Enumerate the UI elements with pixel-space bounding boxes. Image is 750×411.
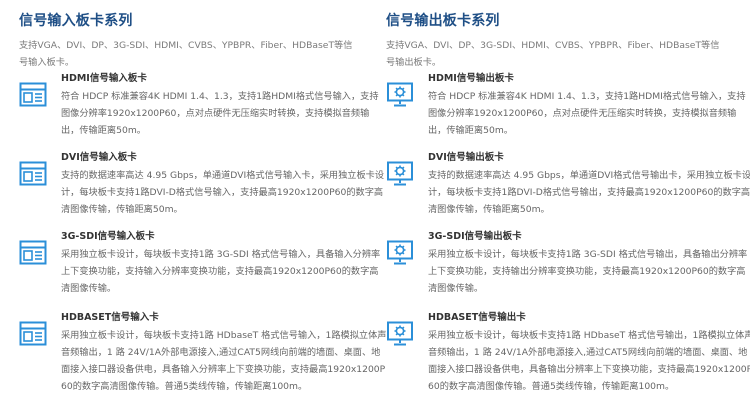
card-desc: 支持的数据速率高达 4.95 Gbps，单通道DVI格式信号输入卡，采用独立板卡… xyxy=(61,170,385,215)
card-desc: 符合 HDCP 标准兼容4K HDMI 1.4、1.3，支持1路HDMI格式信号… xyxy=(428,91,746,136)
monitor-gear-icon xyxy=(386,321,414,347)
card-desc: 采用独立板卡设计，每块板卡支持1路 3G-SDI 格式信号输出，具备输出分辨率上… xyxy=(428,249,748,294)
card-desc: 符合 HDCP 标准兼容4K HDMI 1.4、1.3，支持1路HDMI格式信号… xyxy=(61,91,379,136)
card-name: 3G-SDI信号输入板卡 xyxy=(61,231,155,242)
input-series-desc: 支持VGA、DVI、DP、3G-SDI、HDMI、CVBS、YPBPR、Fibe… xyxy=(19,40,353,68)
card-desc: 支持的数据速率高达 4.95 Gbps，单通道DVI格式信号输出卡，采用独立板卡… xyxy=(428,170,750,215)
window-icon xyxy=(19,161,47,187)
window-icon xyxy=(19,240,47,266)
monitor-gear-icon xyxy=(386,240,414,266)
card-desc: 采用独立板卡设计，每块板卡支持1路 3G-SDI 格式信号输入，具备输入分辨率上… xyxy=(61,249,381,294)
input-series-title: 信号输入板卡系列 xyxy=(19,13,133,29)
window-icon xyxy=(19,321,47,347)
card-name: HDMI信号输入板卡 xyxy=(61,73,147,84)
card-desc: 采用独立板卡设计，每块板卡支持1路 HDbaseT 格式信号输出，1路模拟立体声… xyxy=(428,330,750,392)
card-name: DVI信号输入板卡 xyxy=(61,152,137,163)
card-name: HDBASET信号输入卡 xyxy=(61,312,159,323)
monitor-gear-icon xyxy=(386,82,414,108)
input-board-series: 信号输入板卡系列 支持VGA、DVI、DP、3G-SDI、HDMI、CVBS、Y… xyxy=(19,12,364,71)
monitor-gear-icon xyxy=(386,161,414,187)
card-desc: 采用独立板卡设计，每块板卡支持1路 HDbaseT 格式信号输入，1路模拟立体声… xyxy=(61,330,387,392)
card-name: HDMI信号输出板卡 xyxy=(428,73,514,84)
output-series-title: 信号输出板卡系列 xyxy=(386,13,500,29)
card-name: DVI信号输出板卡 xyxy=(428,152,504,163)
output-series-desc: 支持VGA、DVI、DP、3G-SDI、HDMI、CVBS、YPBPR、Fibe… xyxy=(386,40,720,68)
window-icon xyxy=(19,82,47,108)
card-name: HDBASET信号输出卡 xyxy=(428,312,526,323)
output-board-series: 信号输出板卡系列 支持VGA、DVI、DP、3G-SDI、HDMI、CVBS、Y… xyxy=(386,12,731,71)
card-name: 3G-SDI信号输出板卡 xyxy=(428,231,522,242)
